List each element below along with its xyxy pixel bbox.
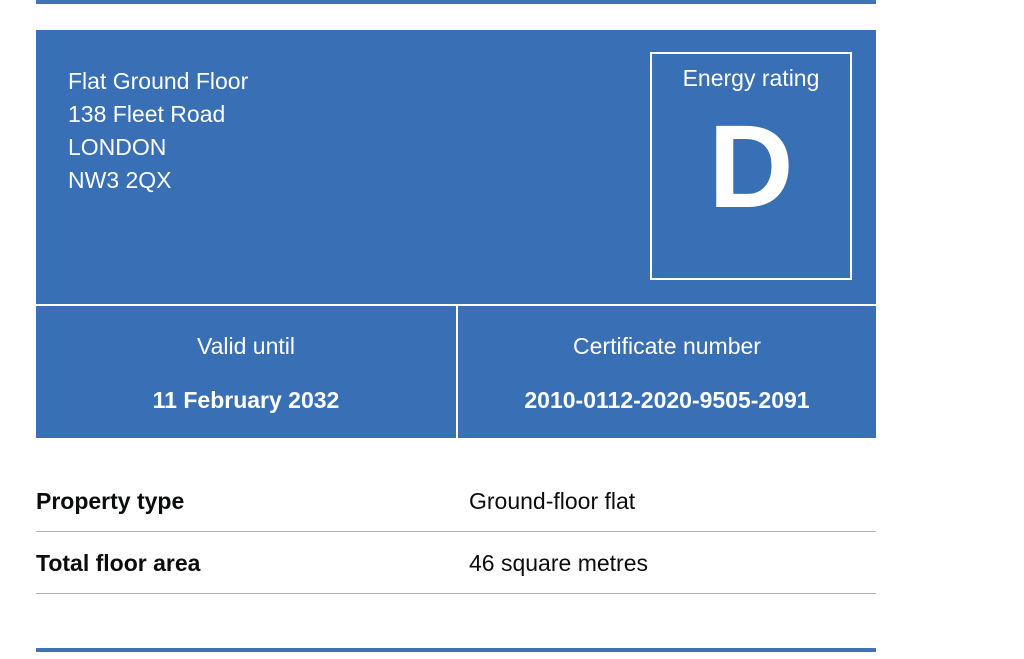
energy-rating-box: Energy rating D: [650, 52, 852, 280]
energy-rating-label: Energy rating: [682, 65, 820, 91]
property-address: Flat Ground Floor 138 Fleet Road LONDON …: [68, 65, 248, 197]
detail-row-total-floor-area: Total floor area 46 square metres: [36, 532, 876, 594]
detail-key: Total floor area: [36, 550, 201, 576]
detail-key: Property type: [36, 488, 185, 514]
certificate-number-label: Certificate number: [573, 333, 761, 359]
address-line-2: 138 Fleet Road: [68, 101, 226, 127]
valid-until-cell: Valid until 11 February 2032: [36, 306, 456, 438]
energy-rating-letter: D: [708, 101, 794, 233]
detail-value: 46 square metres: [469, 550, 648, 576]
certificate-number-cell: Certificate number 2010-0112-2020-9505-2…: [458, 306, 876, 438]
valid-until-label: Valid until: [196, 333, 296, 359]
valid-until-date: 11 February 2032: [152, 387, 340, 413]
certificate-summary-panel: Flat Ground Floor 138 Fleet Road LONDON …: [36, 30, 876, 438]
epc-page: Flat Ground Floor 138 Fleet Road LONDON …: [0, 0, 1024, 659]
bottom-section-rule: [36, 648, 876, 652]
property-details-list: Property type Ground-floor flat Total fl…: [36, 470, 876, 594]
detail-value: Ground-floor flat: [469, 488, 636, 514]
address-line-3: LONDON: [68, 134, 167, 160]
top-section-rule: [36, 0, 876, 4]
address-line-1: Flat Ground Floor: [68, 68, 249, 94]
address-postcode: NW3 2QX: [68, 167, 172, 193]
detail-row-property-type: Property type Ground-floor flat: [36, 470, 876, 532]
certificate-number-value: 2010-0112-2020-9505-2091: [524, 387, 810, 413]
